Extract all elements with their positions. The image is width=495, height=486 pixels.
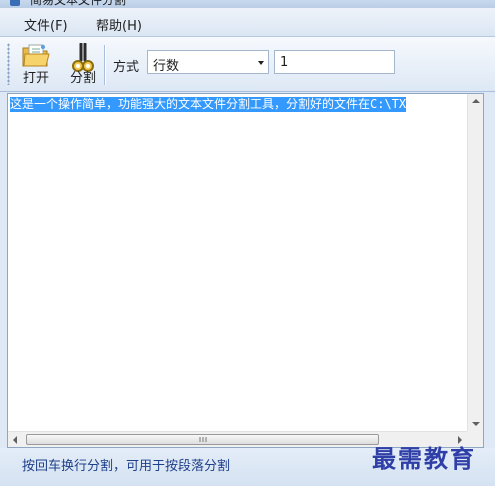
toolbar: 打开 分割 方式 行数 [0,37,495,92]
scroll-up-icon[interactable] [472,99,480,103]
status-text: 按回车换行分割，可用于按段落分割 [22,459,231,474]
mode-select-value: 行数 [153,59,180,74]
vertical-scrollbar[interactable] [467,94,483,431]
app-icon [10,0,20,6]
watermark: 最需教育 [372,444,476,473]
menu-help[interactable]: 帮助(H) [96,15,142,34]
horizontal-scroll-thumb[interactable] [26,434,379,445]
split-button-label: 分割 [69,71,96,86]
open-button[interactable]: 打开 [16,41,56,89]
count-input[interactable] [274,50,395,74]
thumb-grip-icon [199,437,206,442]
split-button[interactable]: 分割 [64,41,102,89]
window-title: 简易文本文件分割 [30,0,127,7]
scroll-left-icon[interactable] [13,436,17,444]
chevron-down-icon[interactable] [258,61,264,65]
mode-label: 方式 [113,60,140,75]
editor-text[interactable]: 这是一个操作简单，功能强大的文本文件分割工具，分割好的文件在C:\TX [10,97,407,112]
toolbar-separator [104,45,105,85]
text-editor[interactable]: 这是一个操作简单，功能强大的文本文件分割工具，分割好的文件在C:\TX [7,93,484,448]
menu-file[interactable]: 文件(F) [24,15,68,34]
toolbar-grip[interactable] [7,43,10,85]
scroll-down-icon[interactable] [472,422,480,426]
mode-select[interactable]: 行数 [147,50,269,74]
open-button-label: 打开 [22,71,49,86]
menu-bar: 文件(F) 帮助(H) [0,8,495,37]
title-bar: 简易文本文件分割 [0,0,495,8]
